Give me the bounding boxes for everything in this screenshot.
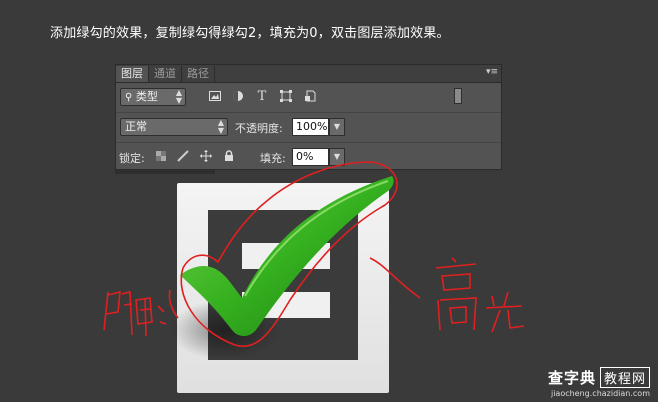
site-watermark: 查字典 教程网 jiaocheng.chazidian.com xyxy=(548,367,650,398)
shadow-handwriting xyxy=(103,290,167,337)
checkmark-artwork xyxy=(103,161,525,393)
watermark-url: jiaocheng.chazidian.com xyxy=(550,389,650,398)
watermark-tag: 教程网 xyxy=(599,367,650,388)
watermark-site-name: 查字典 教程网 xyxy=(548,367,650,388)
watermark-site-label: 查字典 xyxy=(547,369,596,387)
annotation-arrow-left xyxy=(168,289,179,319)
highlight-handwriting xyxy=(435,257,525,333)
